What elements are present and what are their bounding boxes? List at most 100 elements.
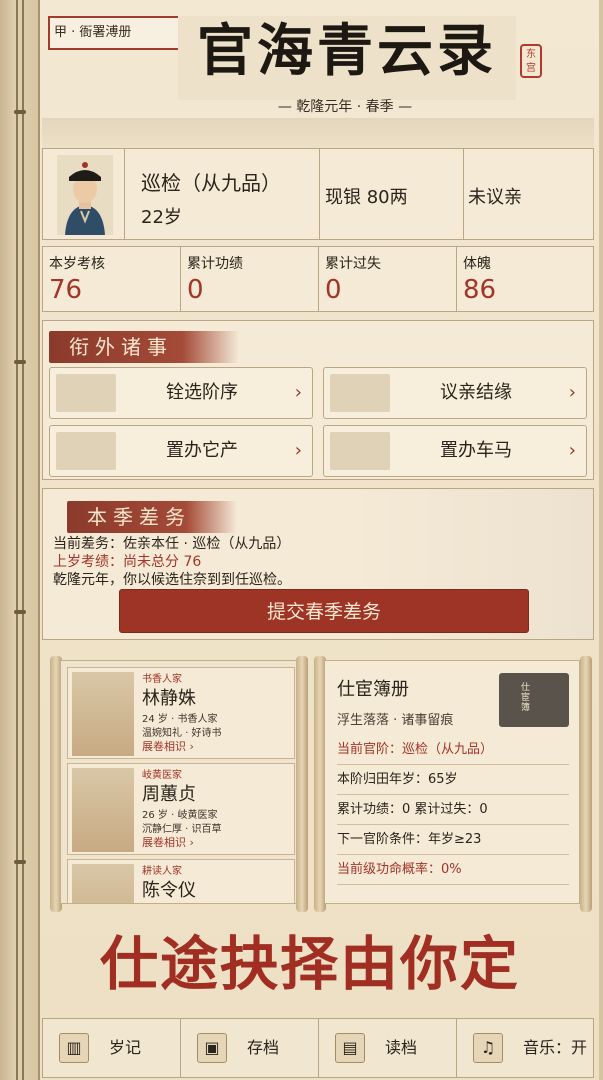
chevron-right-icon: › bbox=[568, 440, 576, 461]
marriage-status: 未议亲 bbox=[468, 187, 522, 208]
stat-label: 体魄 bbox=[463, 256, 491, 272]
next-rank-line: 下一官阶条件：年岁≥23 bbox=[337, 825, 569, 855]
official-portrait-avatar[interactable] bbox=[57, 155, 113, 235]
spouse-card[interactable]: 书香人家 林静姝 24 岁 · 书香人家 温婉知礼 · 好诗书 展卷相识 › bbox=[67, 667, 295, 759]
books-icon bbox=[56, 374, 116, 412]
spouse-card[interactable]: 岐黄医家 周蕙贞 26 岁 · 岐黄医家 沉静仁厚 · 识百草 展卷相识 › bbox=[67, 763, 295, 855]
current-rank-line: 当前官阶：巡检（从九品） bbox=[337, 735, 569, 765]
load-button[interactable]: ▤ 读档 bbox=[319, 1019, 457, 1077]
button-label: 置办车马 bbox=[440, 440, 512, 461]
stat-merits: 累计功绩 0 bbox=[181, 247, 319, 311]
date-subtitle: — 乾隆元年 · 春季 — bbox=[277, 99, 413, 115]
family-tag: 耕读人家 bbox=[142, 866, 182, 877]
stat-label: 累计功绩 bbox=[187, 256, 243, 272]
stat-label: 本岁考核 bbox=[49, 256, 105, 272]
outside-affairs-panel: 衔外诸事 铨选阶序 › 议亲结缘 › 置办它产 › 置办车马 › bbox=[42, 320, 594, 480]
scroll-icon: ▥ bbox=[59, 1033, 89, 1063]
player-rank: 巡检（从九品） bbox=[141, 171, 281, 195]
tab-label: 读档 bbox=[385, 1038, 418, 1057]
retire-age-line: 本阶归田年岁：65岁 bbox=[337, 765, 569, 795]
family-tag: 岐黄医家 bbox=[142, 770, 182, 781]
buy-property-button[interactable]: 置办它产 › bbox=[49, 425, 313, 477]
family-tag: 书香人家 bbox=[142, 674, 182, 685]
house-icon bbox=[56, 432, 116, 470]
bottom-toolbar: ▥ 岁记 ▣ 存档 ▤ 读档 ♫ 音乐：开 bbox=[42, 1018, 594, 1078]
candidate-traits: 沉静仁厚 · 识百草 bbox=[142, 824, 222, 835]
binding-hole bbox=[14, 610, 26, 614]
stat-value: 0 bbox=[325, 275, 342, 305]
stat-value: 86 bbox=[463, 275, 497, 305]
carriage-icon bbox=[330, 432, 390, 470]
silver-amount: 现银 80两 bbox=[325, 187, 408, 208]
stat-value: 76 bbox=[49, 275, 83, 305]
tab-label: 存档 bbox=[247, 1038, 280, 1057]
binding-hole bbox=[14, 110, 26, 114]
player-info-panel: 巡检（从九品） 22岁 现银 80两 未议亲 bbox=[42, 148, 594, 240]
candidate-name: 陈令仪 bbox=[142, 880, 196, 901]
divider bbox=[319, 149, 320, 239]
register-title: 仕宦簿册 bbox=[337, 679, 409, 700]
player-age: 22岁 bbox=[141, 207, 182, 228]
last-review: 上岁考绩：尚未总分 76 bbox=[53, 554, 202, 570]
chevron-right-icon: › bbox=[294, 382, 302, 403]
view-candidate-link[interactable]: 展卷相识 › bbox=[142, 834, 194, 850]
bamboo-painting-strip bbox=[42, 118, 594, 148]
knot-icon bbox=[330, 374, 390, 412]
stat-label: 累计过失 bbox=[325, 256, 381, 272]
scroll-rod bbox=[580, 656, 592, 912]
affairs-heading: 衔外诸事 bbox=[49, 331, 239, 363]
marriage-match-button[interactable]: 议亲结缘 › bbox=[323, 367, 587, 419]
avatar-cell bbox=[43, 149, 125, 239]
yamen-register-tag[interactable]: 甲 · 衙署溥册 bbox=[48, 16, 180, 50]
chest-icon: ▣ bbox=[197, 1033, 227, 1063]
binding-stitch bbox=[16, 0, 24, 1080]
red-seal-icon: 东宫 bbox=[520, 44, 542, 78]
button-label: 议亲结缘 bbox=[440, 382, 512, 403]
save-button[interactable]: ▣ 存档 bbox=[181, 1019, 319, 1077]
spouse-card[interactable]: 耕读人家 陈令仪 bbox=[67, 859, 295, 903]
music-icon: ♫ bbox=[473, 1033, 503, 1063]
binding-hole bbox=[14, 360, 26, 364]
career-register-scroll[interactable]: 仕宦簿册 浮生落落 · 诸事留痕 仕宦簿 当前官阶：巡检（从九品） 本阶归田年岁… bbox=[324, 660, 580, 904]
book-icon: ▤ bbox=[335, 1033, 365, 1063]
stat-value: 0 bbox=[187, 275, 204, 305]
merit-fault-line: 累计功绩：0 累计过失：0 bbox=[337, 795, 569, 825]
annals-button[interactable]: ▥ 岁记 bbox=[43, 1019, 181, 1077]
chevron-right-icon: › bbox=[568, 382, 576, 403]
candidate-name: 林静姝 bbox=[142, 688, 196, 709]
candidate-meta: 26 岁 · 岐黄医家 bbox=[142, 810, 218, 821]
binding-hole bbox=[14, 860, 26, 864]
divider bbox=[463, 149, 464, 239]
view-candidate-link[interactable]: 展卷相识 › bbox=[142, 738, 194, 754]
portrait-image bbox=[72, 768, 134, 852]
stat-physique: 体魄 86 bbox=[457, 247, 595, 311]
candidate-meta: 24 岁 · 书香人家 bbox=[142, 714, 218, 725]
spouse-candidates-scroll[interactable]: 书香人家 林静姝 24 岁 · 书香人家 温婉知礼 · 好诗书 展卷相识 › 岐… bbox=[60, 660, 300, 904]
stats-panel: 本岁考核 76 累计功绩 0 累计过失 0 体魄 86 bbox=[42, 246, 594, 312]
register-book-icon: 仕宦簿 bbox=[499, 673, 569, 727]
slogan-text: 仕途抉择由你定 bbox=[99, 930, 520, 998]
submit-duty-button[interactable]: 提交春季差务 bbox=[119, 589, 529, 633]
chevron-right-icon: › bbox=[294, 440, 302, 461]
game-title: 官海青云录 bbox=[197, 18, 497, 84]
portrait-image bbox=[72, 672, 134, 756]
season-event: 乾隆元年，你以候选住奈到到任巡检。 bbox=[53, 572, 291, 588]
portrait-image bbox=[72, 864, 134, 903]
register-subtitle: 浮生落落 · 诸事留痕 bbox=[337, 713, 454, 728]
scroll-rod bbox=[296, 656, 308, 912]
stat-annual-review: 本岁考核 76 bbox=[43, 247, 181, 311]
button-label: 铨选阶序 bbox=[166, 382, 238, 403]
rank-order-button[interactable]: 铨选阶序 › bbox=[49, 367, 313, 419]
tab-label: 音乐：开 bbox=[523, 1038, 588, 1057]
season-heading: 本季差务 bbox=[67, 501, 237, 533]
tab-label: 岁记 bbox=[109, 1038, 142, 1057]
book-binding bbox=[0, 0, 40, 1080]
season-duty-panel: 本季差务 当前差务：佐亲本任 · 巡检（从九品） 上岁考绩：尚未总分 76 乾隆… bbox=[42, 488, 594, 640]
promotion-chance-line: 当前级功命概率：0% bbox=[337, 855, 569, 885]
current-duty: 当前差务：佐亲本任 · 巡检（从九品） bbox=[53, 536, 291, 552]
buy-carriage-button[interactable]: 置办车马 › bbox=[323, 425, 587, 477]
candidate-name: 周蕙贞 bbox=[142, 784, 196, 805]
candidate-traits: 温婉知礼 · 好诗书 bbox=[142, 728, 222, 739]
music-toggle-button[interactable]: ♫ 音乐：开 bbox=[457, 1019, 595, 1077]
stat-faults: 累计过失 0 bbox=[319, 247, 457, 311]
